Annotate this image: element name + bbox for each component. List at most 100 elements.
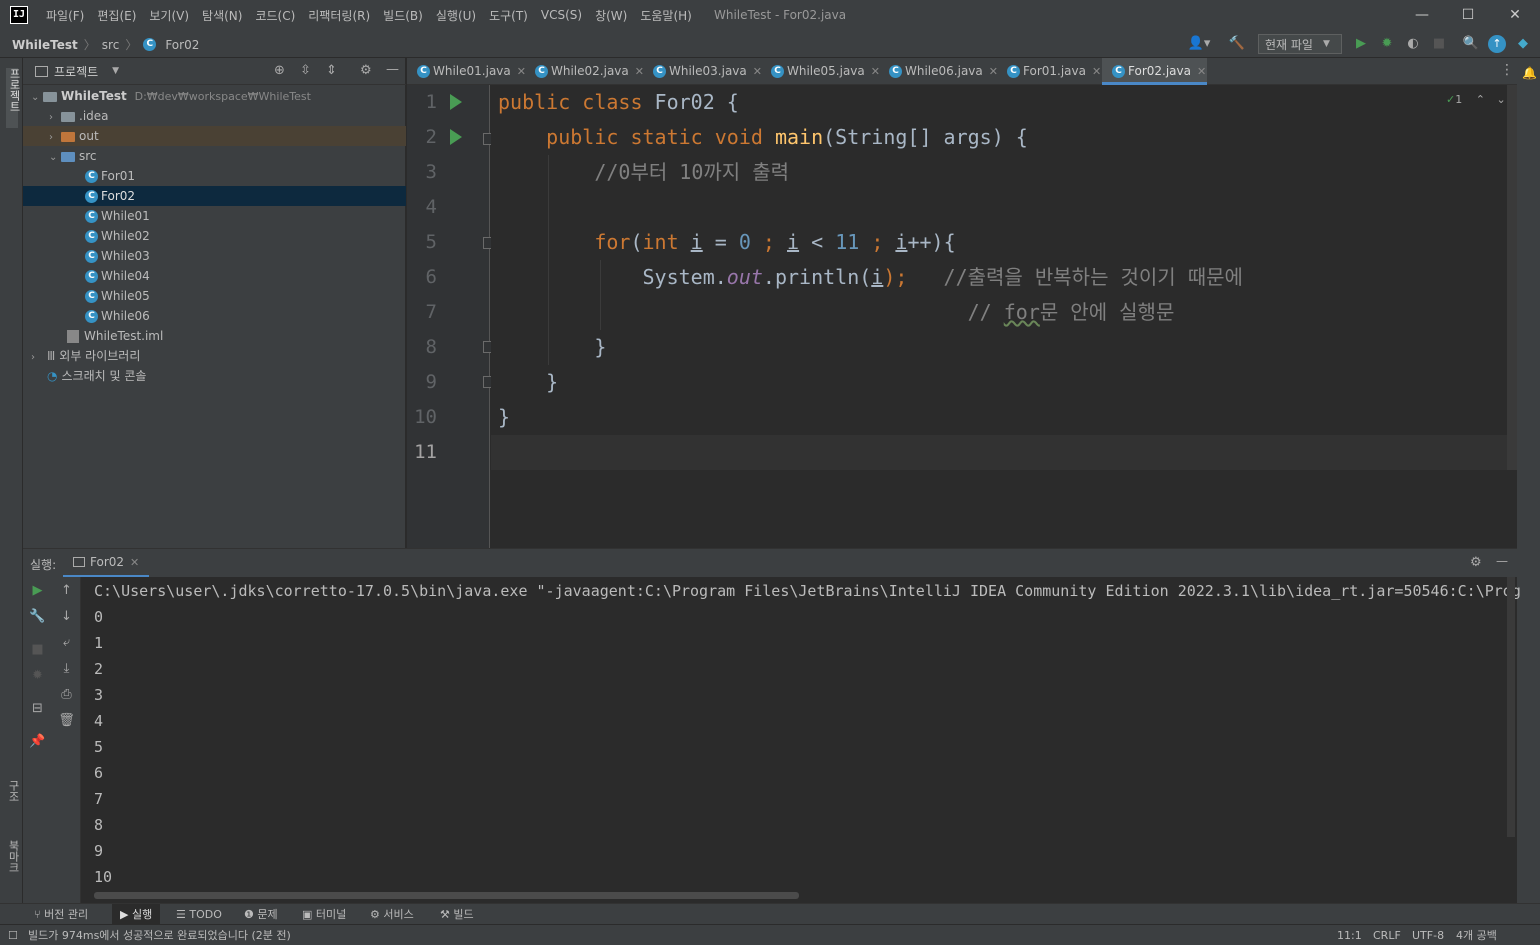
console-output[interactable]: C:\Users\user\.jdks\corretto-17.0.5\bin\… <box>81 577 1521 904</box>
tab-for02[interactable]: C For02.java ✕ <box>1102 58 1207 85</box>
dropdown-arrow-icon[interactable]: ▼ <box>112 66 119 76</box>
editor-scrollbar[interactable] <box>1507 85 1517 470</box>
status-toggle-icon[interactable]: ☐ <box>8 925 18 945</box>
layout-icon[interactable]: ⊟ <box>23 701 52 716</box>
tree-item-while03[interactable]: C While03 <box>23 246 406 266</box>
menu-build[interactable]: 빌드(B) <box>383 7 423 24</box>
stop-icon[interactable]: ■ <box>1429 34 1449 54</box>
debug-icon[interactable]: ✹ <box>1377 34 1397 54</box>
tree-item-for01[interactable]: C For01 <box>23 166 406 186</box>
close-button[interactable]: ✕ <box>1492 0 1538 30</box>
user-icon[interactable]: 👤▾ <box>1186 34 1212 54</box>
tool-tab-problems[interactable]: ❶ 문제 <box>238 904 284 925</box>
tool-tab-vcs[interactable]: ⑂ 버전 관리 <box>28 904 94 925</box>
tree-item-out[interactable]: › out <box>23 126 406 146</box>
horizontal-scrollbar[interactable] <box>94 892 799 899</box>
tab-while06[interactable]: C While06.java ✕ <box>879 58 998 85</box>
search-icon[interactable]: 🔍 <box>1461 34 1481 54</box>
project-panel-title[interactable]: 프로젝트 <box>54 63 98 80</box>
code-area[interactable]: public class For02 { public static void … <box>491 85 1517 548</box>
menu-code[interactable]: 코드(C) <box>255 7 295 24</box>
cursor-position[interactable]: 11:1 <box>1337 925 1362 945</box>
run-tab-for02[interactable]: For02 ✕ <box>63 549 150 577</box>
arrow-up-icon[interactable]: ↑ <box>52 583 81 598</box>
breadcrumb-file[interactable]: For02 <box>165 38 199 52</box>
run-gutter-icon[interactable] <box>450 129 462 145</box>
menu-window[interactable]: 창(W) <box>595 7 627 24</box>
run-gutter-icon[interactable] <box>450 94 462 110</box>
tree-item-src[interactable]: ⌄ src <box>23 146 406 166</box>
wrench-icon[interactable]: 🔧 <box>23 609 52 624</box>
run-icon[interactable]: ▶ <box>1351 34 1371 54</box>
status-message[interactable]: 빌드가 974ms에서 성공적으로 완료되었습니다 (2분 전) <box>28 925 291 945</box>
arrow-down-icon[interactable]: ↓ <box>52 609 81 624</box>
tab-while03[interactable]: C While03.java ✕ <box>643 58 762 85</box>
run-config-select[interactable]: 현재 파일 ▼ <box>1258 34 1342 54</box>
expand-all-icon[interactable]: ⇳ <box>300 63 311 78</box>
gear-icon[interactable]: ⚙ <box>360 63 372 78</box>
rerun-icon[interactable]: ▶ <box>23 583 52 598</box>
hide-panel-icon[interactable]: — <box>386 62 399 77</box>
close-tab-icon[interactable]: ✕ <box>130 556 139 569</box>
tree-item-while01[interactable]: C While01 <box>23 206 406 226</box>
indent-setting[interactable]: 4개 공백 <box>1456 925 1497 945</box>
chevron-up-icon[interactable]: ⌃ <box>1476 93 1485 106</box>
tree-item-for02[interactable]: C For02 <box>23 186 406 206</box>
update-icon[interactable]: ↑ <box>1488 35 1506 53</box>
stop-icon[interactable]: ■ <box>23 642 52 657</box>
coverage-icon[interactable]: ◐ <box>1403 34 1423 54</box>
tool-tab-build[interactable]: ⚒ 빌드 <box>434 904 480 925</box>
menu-help[interactable]: 도움말(H) <box>640 7 692 24</box>
vertical-scrollbar[interactable] <box>1507 577 1515 837</box>
tree-item-while02[interactable]: C While02 <box>23 226 406 246</box>
locate-icon[interactable]: ⊕ <box>274 63 285 78</box>
print-icon[interactable]: ⎙ <box>52 687 81 702</box>
line-ending[interactable]: CRLF <box>1373 925 1401 945</box>
tree-root[interactable]: ⌄ WhileTest D:₩dev₩workspace₩WhileTest <box>23 86 406 106</box>
tab-while01[interactable]: C While01.java ✕ <box>407 58 526 85</box>
menu-vcs[interactable]: VCS(S) <box>541 8 582 22</box>
close-tab-icon[interactable]: ✕ <box>1197 65 1206 78</box>
breadcrumb-project[interactable]: WhileTest <box>12 38 78 52</box>
trash-icon[interactable]: 🗑 <box>52 713 81 728</box>
file-encoding[interactable]: UTF-8 <box>1412 925 1444 945</box>
close-tab-icon[interactable]: ✕ <box>1092 65 1101 78</box>
menu-file[interactable]: 파일(F) <box>46 7 84 24</box>
gear-icon[interactable]: ⚙ <box>1470 555 1482 570</box>
menu-navigate[interactable]: 탐색(N) <box>202 7 242 24</box>
menu-refactor[interactable]: 리팩터링(R) <box>308 7 370 24</box>
menu-tools[interactable]: 도구(T) <box>489 7 528 24</box>
menu-run[interactable]: 실행(U) <box>436 7 476 24</box>
tool-tab-terminal[interactable]: ▣ 터미널 <box>296 904 352 925</box>
debug-disabled-icon[interactable]: ✹ <box>23 668 52 683</box>
jetbrains-toolbox-icon[interactable]: ◆ <box>1513 34 1533 54</box>
maximize-button[interactable]: ☐ <box>1445 0 1491 30</box>
tree-item-while06[interactable]: C While06 <box>23 306 406 326</box>
minimize-button[interactable]: — <box>1399 0 1445 30</box>
tool-tab-todo[interactable]: ☰ TODO <box>170 904 228 925</box>
hide-panel-icon[interactable]: — <box>1496 554 1508 568</box>
soft-wrap-icon[interactable]: ⤶ <box>52 635 81 650</box>
tree-item-while04[interactable]: C While04 <box>23 266 406 286</box>
tree-item-idea[interactable]: › .idea <box>23 106 406 126</box>
tree-item-external-libraries[interactable]: › Ⅲ 외부 라이브러리 <box>23 346 406 366</box>
chevron-down-icon[interactable]: ⌄ <box>1496 93 1505 106</box>
tab-while02[interactable]: C While02.java ✕ <box>525 58 644 85</box>
tool-tab-run[interactable]: ▶ 실행 <box>112 904 161 925</box>
tree-item-iml[interactable]: WhileTest.iml <box>23 326 406 346</box>
tool-tab-services[interactable]: ⚙ 서비스 <box>364 904 420 925</box>
tab-while05[interactable]: C While05.java ✕ <box>761 58 880 85</box>
pin-icon[interactable]: 📌 <box>23 734 52 749</box>
collapse-all-icon[interactable]: ⇕ <box>326 63 337 78</box>
tree-item-while05[interactable]: C While05 <box>23 286 406 306</box>
project-tool-button[interactable]: 프로젝트 <box>6 68 21 128</box>
inspection-widget[interactable]: ✓1 ⌃ ⌄ <box>1446 93 1506 106</box>
tree-item-scratches[interactable]: ◔ 스크래치 및 콘솔 <box>23 366 406 386</box>
scroll-to-end-icon[interactable]: ⤓ <box>52 661 81 676</box>
build-hammer-icon[interactable]: 🔨 <box>1227 34 1247 54</box>
menu-edit[interactable]: 편집(E) <box>97 7 136 24</box>
more-tabs-icon[interactable]: ⋮ <box>1500 62 1514 78</box>
tab-for01[interactable]: C For01.java ✕ <box>997 58 1102 85</box>
notifications-icon[interactable]: 🔔 <box>1522 66 1537 80</box>
breadcrumb-src[interactable]: src <box>102 38 120 52</box>
